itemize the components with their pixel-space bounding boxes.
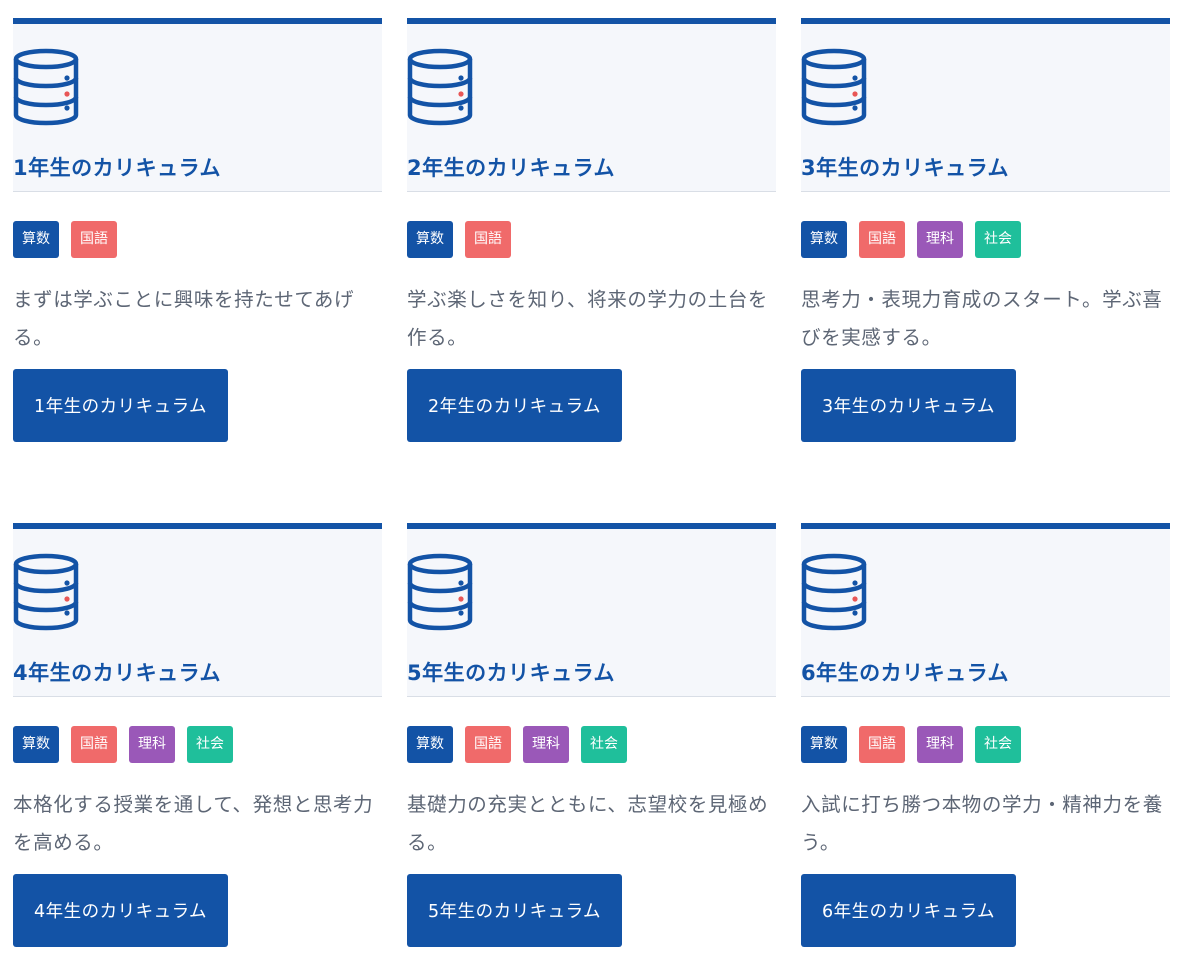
tag-sansu: 算数: [801, 221, 847, 258]
card-description: 入試に打ち勝つ本物の学力・精神力を養う。: [801, 793, 1163, 854]
tag-kokugo: 国語: [465, 726, 511, 763]
curriculum-grade-2-button[interactable]: 2年生のカリキュラム: [407, 369, 622, 442]
subject-tags: 算数 国語 理科 社会: [801, 221, 1021, 258]
subject-tags: 算数 国語 理科 社会: [407, 726, 627, 763]
tag-shakai: 社会: [975, 726, 1021, 763]
subject-tags: 算数 国語: [407, 221, 511, 258]
tag-rika: 理科: [917, 726, 963, 763]
card-title: 5年生のカリキュラム: [407, 661, 615, 685]
curriculum-card-grade-2: 2年生のカリキュラム 算数 国語 学ぶ楽しさを知り、将来の学力の土台を作る。 2…: [407, 18, 776, 442]
card-description: 基礎力の充実とともに、志望校を見極める。: [407, 793, 769, 854]
curriculum-card-grade-5: 5年生のカリキュラム 算数 国語 理科 社会 基礎力の充実とともに、志望校を見極…: [407, 523, 776, 947]
tag-kokugo: 国語: [71, 726, 117, 763]
tag-rika: 理科: [917, 221, 963, 258]
card-header: 3年生のカリキュラム: [801, 18, 1170, 192]
card-header: 2年生のカリキュラム: [407, 18, 776, 192]
tag-shakai: 社会: [581, 726, 627, 763]
card-title: 1年生のカリキュラム: [13, 156, 221, 180]
card-title: 4年生のカリキュラム: [13, 661, 221, 685]
card-title: 6年生のカリキュラム: [801, 661, 1009, 685]
tag-kokugo: 国語: [859, 221, 905, 258]
curriculum-grade-1-button[interactable]: 1年生のカリキュラム: [13, 369, 228, 442]
curriculum-card-grade-6: 6年生のカリキュラム 算数 国語 理科 社会 入試に打ち勝つ本物の学力・精神力を…: [801, 523, 1170, 947]
curriculum-grade-3-button[interactable]: 3年生のカリキュラム: [801, 369, 1016, 442]
tag-kokugo: 国語: [71, 221, 117, 258]
tag-sansu: 算数: [407, 726, 453, 763]
subject-tags: 算数 国語: [13, 221, 117, 258]
database-icon: [13, 48, 79, 126]
curriculum-card-grade-3: 3年生のカリキュラム 算数 国語 理科 社会 思考力・表現力育成のスタート。学ぶ…: [801, 18, 1170, 442]
tag-kokugo: 国語: [465, 221, 511, 258]
tag-shakai: 社会: [975, 221, 1021, 258]
curriculum-grade-6-button[interactable]: 6年生のカリキュラム: [801, 874, 1016, 947]
curriculum-grade-4-button[interactable]: 4年生のカリキュラム: [13, 874, 228, 947]
card-description: 本格化する授業を通して、発想と思考力を高める。: [13, 793, 374, 854]
tag-sansu: 算数: [13, 221, 59, 258]
card-header: 6年生のカリキュラム: [801, 523, 1170, 697]
card-description: 思考力・表現力育成のスタート。学ぶ喜びを実感する。: [801, 288, 1163, 349]
subject-tags: 算数 国語 理科 社会: [801, 726, 1021, 763]
card-header: 5年生のカリキュラム: [407, 523, 776, 697]
database-icon: [13, 553, 79, 631]
tag-kokugo: 国語: [859, 726, 905, 763]
card-header: 1年生のカリキュラム: [13, 18, 382, 192]
database-icon: [801, 553, 867, 631]
tag-rika: 理科: [129, 726, 175, 763]
database-icon: [407, 48, 473, 126]
tag-sansu: 算数: [801, 726, 847, 763]
curriculum-card-grade-4: 4年生のカリキュラム 算数 国語 理科 社会 本格化する授業を通して、発想と思考…: [13, 523, 382, 947]
curriculum-grade-5-button[interactable]: 5年生のカリキュラム: [407, 874, 622, 947]
tag-shakai: 社会: [187, 726, 233, 763]
card-description: 学ぶ楽しさを知り、将来の学力の土台を作る。: [407, 288, 769, 349]
subject-tags: 算数 国語 理科 社会: [13, 726, 233, 763]
tag-sansu: 算数: [407, 221, 453, 258]
card-title: 2年生のカリキュラム: [407, 156, 615, 180]
card-description: まずは学ぶことに興味を持たせてあげる。: [13, 288, 355, 349]
card-title: 3年生のカリキュラム: [801, 156, 1009, 180]
database-icon: [801, 48, 867, 126]
tag-rika: 理科: [523, 726, 569, 763]
curriculum-card-grade-1: 1年生のカリキュラム 算数 国語 まずは学ぶことに興味を持たせてあげる。 1年生…: [13, 18, 382, 442]
curriculum-grid: 1年生のカリキュラム 算数 国語 まずは学ぶことに興味を持たせてあげる。 1年生…: [0, 0, 1200, 978]
tag-sansu: 算数: [13, 726, 59, 763]
database-icon: [407, 553, 473, 631]
card-header: 4年生のカリキュラム: [13, 523, 382, 697]
